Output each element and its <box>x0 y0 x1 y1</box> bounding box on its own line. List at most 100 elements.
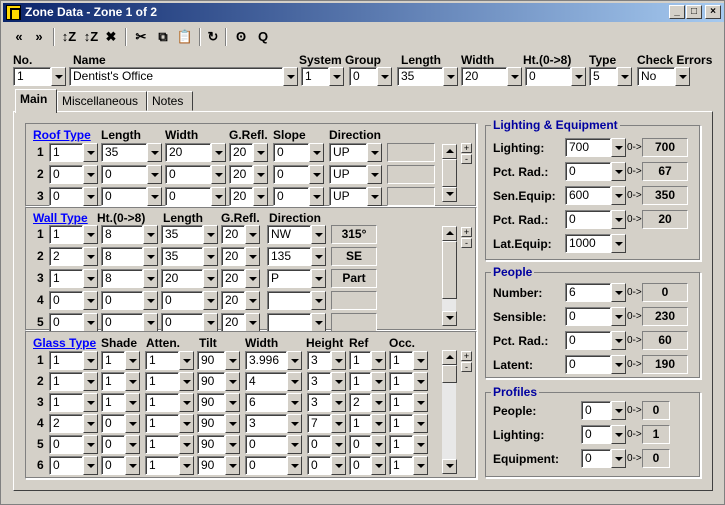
glass-occ-field[interactable]: 1 <box>389 351 413 370</box>
profiles-value-field[interactable]: 0 <box>581 449 611 468</box>
glass-width-dropdown[interactable] <box>287 456 302 475</box>
glass-occ-field[interactable]: 1 <box>389 414 413 433</box>
glass-atten-dropdown[interactable] <box>179 351 194 370</box>
people-value-field[interactable]: 0 <box>565 307 611 326</box>
glass-shade-field[interactable]: 1 <box>101 393 125 412</box>
glass-width-dropdown[interactable] <box>287 414 302 433</box>
wall-grefl-dropdown[interactable] <box>245 291 260 310</box>
glass-shade-field[interactable]: 1 <box>101 372 125 391</box>
wall-length-dropdown[interactable] <box>203 313 218 332</box>
system-field[interactable]: 1 <box>301 67 329 86</box>
glass-height-field[interactable]: 3 <box>307 372 331 391</box>
scroll-up-icon[interactable] <box>442 350 457 365</box>
close-button[interactable]: × <box>705 5 721 19</box>
people-value-dropdown[interactable] <box>611 331 626 350</box>
profiles-value-dropdown[interactable] <box>611 401 626 420</box>
wall-direction-field[interactable]: 135 <box>267 247 311 266</box>
zone-height-dropdown[interactable] <box>571 67 586 86</box>
wall-grefl-field[interactable]: 20 <box>221 313 245 332</box>
wall-scrollbar[interactable] <box>441 225 457 327</box>
zone-length-field[interactable]: 35 <box>397 67 443 86</box>
roof-length-field[interactable]: 0 <box>101 165 147 184</box>
glass-shade-dropdown[interactable] <box>125 414 140 433</box>
glass-ref-field[interactable]: 2 <box>349 393 371 412</box>
search-icon[interactable]: Q <box>253 27 273 47</box>
wall-direction-field[interactable] <box>267 313 311 332</box>
glass-ref-dropdown[interactable] <box>371 393 386 412</box>
glass-height-dropdown[interactable] <box>331 372 346 391</box>
glass-ref-dropdown[interactable] <box>371 372 386 391</box>
lighting-value-field[interactable]: 0 <box>565 210 611 229</box>
wall-length-field[interactable]: 20 <box>161 269 203 288</box>
roof-width-dropdown[interactable] <box>211 187 226 206</box>
roof-width-dropdown[interactable] <box>211 165 226 184</box>
scroll-up-icon[interactable] <box>442 226 457 241</box>
check-errors-field[interactable]: No <box>637 67 675 86</box>
roof-grefl-dropdown[interactable] <box>253 143 268 162</box>
wall-type-link[interactable]: Wall Type <box>33 211 88 225</box>
zone-width-dropdown[interactable] <box>507 67 522 86</box>
glass-height-field[interactable]: 3 <box>307 351 331 370</box>
zone-type-dropdown[interactable] <box>617 67 632 86</box>
roof-slope-dropdown[interactable] <box>309 165 324 184</box>
wall-type-field[interactable]: 2 <box>49 247 83 266</box>
lighting-value-dropdown[interactable] <box>611 138 626 157</box>
glass-shade-dropdown[interactable] <box>125 393 140 412</box>
glass-type-field[interactable]: 0 <box>49 435 83 454</box>
wall-direction-dropdown[interactable] <box>311 291 326 310</box>
glass-type-field[interactable]: 2 <box>49 414 83 433</box>
glass-width-dropdown[interactable] <box>287 372 302 391</box>
glass-atten-field[interactable]: 1 <box>145 456 179 475</box>
glass-tilt-dropdown[interactable] <box>225 351 240 370</box>
roof-slope-field[interactable]: 0 <box>273 187 309 206</box>
glass-height-field[interactable]: 0 <box>307 456 331 475</box>
scroll-thumb[interactable] <box>442 241 457 299</box>
profiles-value-dropdown[interactable] <box>611 425 626 444</box>
glass-ref-field[interactable]: 1 <box>349 351 371 370</box>
roof-direction-field[interactable]: UP <box>329 143 367 162</box>
glass-ref-field[interactable]: 1 <box>349 414 371 433</box>
roof-remove-button[interactable]: - <box>461 154 472 164</box>
glass-atten-field[interactable]: 1 <box>145 435 179 454</box>
previous-zone-icon[interactable]: « <box>9 27 29 47</box>
scroll-down-icon[interactable] <box>442 311 457 326</box>
roof-width-field[interactable]: 0 <box>165 187 211 206</box>
tab-main[interactable]: Main <box>15 89 57 113</box>
roof-slope-dropdown[interactable] <box>309 187 324 206</box>
glass-tilt-field[interactable]: 90 <box>197 414 225 433</box>
glass-width-field[interactable]: 3.996 <box>245 351 287 370</box>
wall-direction-field[interactable] <box>267 291 311 310</box>
glass-add-button[interactable]: + <box>461 351 472 361</box>
glass-occ-field[interactable]: 1 <box>389 393 413 412</box>
glass-shade-field[interactable]: 0 <box>101 414 125 433</box>
roof-length-field[interactable]: 35 <box>101 143 147 162</box>
glass-occ-field[interactable]: 1 <box>389 435 413 454</box>
wall-type-field[interactable]: 0 <box>49 313 83 332</box>
tab-miscellaneous[interactable]: Miscellaneous <box>57 91 147 111</box>
zoom-icon[interactable]: ʘ <box>231 27 251 47</box>
glass-shade-dropdown[interactable] <box>125 435 140 454</box>
glass-atten-dropdown[interactable] <box>179 414 194 433</box>
roof-length-dropdown[interactable] <box>147 187 162 206</box>
glass-ref-dropdown[interactable] <box>371 435 386 454</box>
delete-icon[interactable]: ✖ <box>101 27 121 47</box>
wall-length-dropdown[interactable] <box>203 225 218 244</box>
lighting-value-dropdown[interactable] <box>611 210 626 229</box>
glass-tilt-field[interactable]: 90 <box>197 393 225 412</box>
group-dropdown[interactable] <box>377 67 392 86</box>
people-value-dropdown[interactable] <box>611 355 626 374</box>
glass-tilt-field[interactable]: 90 <box>197 351 225 370</box>
wall-grefl-dropdown[interactable] <box>245 313 260 332</box>
glass-height-field[interactable]: 0 <box>307 435 331 454</box>
glass-type-field[interactable]: 1 <box>49 393 83 412</box>
lighting-value-field[interactable]: 0 <box>565 162 611 181</box>
sort-descending-icon[interactable]: ↕Z <box>81 27 101 47</box>
wall-type-dropdown[interactable] <box>83 247 98 266</box>
glass-ref-field[interactable]: 0 <box>349 456 371 475</box>
zone-length-dropdown[interactable] <box>443 67 458 86</box>
glass-tilt-field[interactable]: 90 <box>197 372 225 391</box>
roof-slope-field[interactable]: 0 <box>273 143 309 162</box>
roof-slope-field[interactable]: 0 <box>273 165 309 184</box>
glass-shade-field[interactable]: 1 <box>101 351 125 370</box>
wall-height-field[interactable]: 0 <box>101 313 143 332</box>
